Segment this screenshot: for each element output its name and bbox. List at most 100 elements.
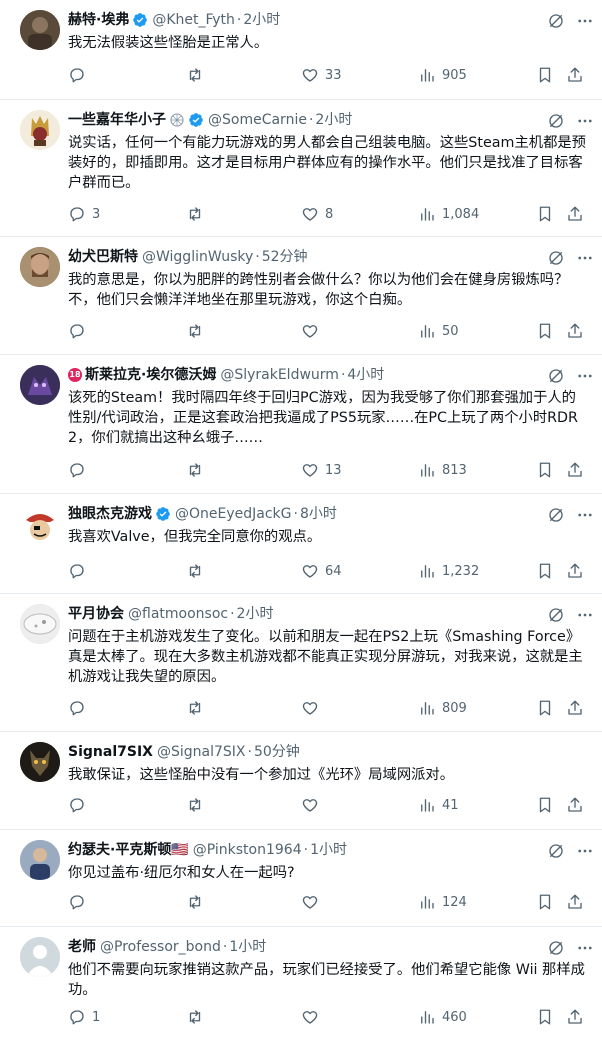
handle[interactable]: @SomeCarnie: [208, 110, 307, 130]
grok-icon[interactable]: [547, 367, 565, 385]
retweet-button[interactable]: [186, 560, 210, 582]
reply-button[interactable]: [68, 560, 92, 582]
like-button[interactable]: [301, 891, 325, 913]
timestamp[interactable]: 50分钟: [254, 742, 300, 762]
retweet-button[interactable]: [186, 459, 210, 481]
grok-icon[interactable]: [547, 939, 565, 957]
retweet-button[interactable]: [186, 891, 210, 913]
grok-icon[interactable]: [547, 606, 565, 624]
display-name[interactable]: Signal7SIX: [68, 742, 153, 762]
like-button[interactable]: 33: [301, 64, 342, 86]
bookmark-button[interactable]: [536, 320, 554, 342]
like-button[interactable]: [301, 794, 325, 816]
like-button[interactable]: [301, 697, 325, 719]
views-button[interactable]: 905: [418, 64, 467, 86]
reply-button[interactable]: [68, 794, 92, 816]
views-button[interactable]: 460: [418, 1006, 467, 1028]
handle[interactable]: @Signal7SIX: [157, 742, 246, 762]
display-name[interactable]: 幼犬巴斯特: [68, 247, 138, 267]
like-button[interactable]: 13: [301, 459, 342, 481]
retweet-button[interactable]: [186, 64, 210, 86]
more-icon[interactable]: [576, 12, 594, 30]
reply-button[interactable]: 1: [68, 1006, 100, 1028]
tweet[interactable]: 独眼杰克游戏 @OneEyedJackG · 8小时 我喜欢Valve，但我完全…: [0, 494, 602, 594]
avatar[interactable]: [20, 504, 60, 544]
avatar[interactable]: [20, 742, 60, 782]
display-name[interactable]: 老师: [68, 937, 96, 957]
share-button[interactable]: [566, 891, 584, 913]
reply-button[interactable]: 3: [68, 203, 100, 225]
reply-button[interactable]: [68, 891, 92, 913]
views-button[interactable]: 50: [418, 320, 459, 342]
tweet[interactable]: 18 斯莱拉克·埃尔德沃姆 @SlyrakEldwurm · 4小时 该死的St…: [0, 355, 602, 494]
share-button[interactable]: [566, 64, 584, 86]
tweet[interactable]: 老师 @Professor_bond · 1小时 他们不需要向玩家推销这款产品，…: [0, 927, 602, 1039]
avatar[interactable]: [20, 937, 60, 977]
reply-button[interactable]: [68, 320, 92, 342]
avatar[interactable]: [20, 247, 60, 287]
bookmark-button[interactable]: [536, 794, 554, 816]
more-icon[interactable]: [576, 939, 594, 957]
tweet[interactable]: 赫特·埃弗 @Khet_Fyth · 2小时 我无法假装这些怪胎是正常人。 33…: [0, 0, 602, 100]
bookmark-button[interactable]: [536, 1006, 554, 1028]
views-button[interactable]: 41: [418, 794, 459, 816]
reply-button[interactable]: [68, 697, 92, 719]
share-button[interactable]: [566, 697, 584, 719]
like-button[interactable]: 8: [301, 203, 333, 225]
tweet[interactable]: 平月协会 @flatmoonsoc · 2小时 问题在于主机游戏发生了变化。以前…: [0, 594, 602, 732]
views-button[interactable]: 813: [418, 459, 467, 481]
avatar[interactable]: [20, 604, 60, 644]
share-button[interactable]: [566, 560, 584, 582]
tweet[interactable]: 一些嘉年华小子 @SomeCarnie · 2小时 说实话，任何一个有能力玩游戏…: [0, 100, 602, 237]
tweet[interactable]: Signal7SIX @Signal7SIX · 50分钟 我敢保证，这些怪胎中…: [0, 732, 602, 830]
timestamp[interactable]: 1小时: [310, 840, 347, 860]
timestamp[interactable]: 2小时: [315, 110, 352, 130]
views-button[interactable]: 809: [418, 697, 467, 719]
timestamp[interactable]: 2小时: [243, 10, 280, 30]
share-button[interactable]: [566, 203, 584, 225]
handle[interactable]: @OneEyedJackG: [175, 504, 292, 524]
bookmark-button[interactable]: [536, 560, 554, 582]
tweet[interactable]: 约瑟夫·平克斯顿🇺🇸 @Pinkston1964 · 1小时 你见过盖布·纽厄尔…: [0, 830, 602, 927]
timestamp[interactable]: 52分钟: [262, 247, 308, 267]
like-button[interactable]: 64: [301, 560, 342, 582]
share-button[interactable]: [566, 320, 584, 342]
share-button[interactable]: [566, 1006, 584, 1028]
handle[interactable]: @flatmoonsoc: [128, 604, 228, 624]
grok-icon[interactable]: [547, 249, 565, 267]
display-name[interactable]: 约瑟夫·平克斯顿🇺🇸: [68, 840, 189, 860]
views-button[interactable]: 1,084: [418, 203, 479, 225]
retweet-button[interactable]: [186, 203, 210, 225]
share-button[interactable]: [566, 794, 584, 816]
handle[interactable]: @Khet_Fyth: [152, 10, 235, 30]
views-button[interactable]: 124: [418, 891, 467, 913]
timestamp[interactable]: 1小时: [229, 937, 266, 957]
tweet[interactable]: 幼犬巴斯特 @WigglinWusky · 52分钟 我的意思是，你以为肥胖的跨…: [0, 237, 602, 355]
retweet-button[interactable]: [186, 697, 210, 719]
more-icon[interactable]: [576, 249, 594, 267]
bookmark-button[interactable]: [536, 459, 554, 481]
handle[interactable]: @SlyrakEldwurm: [220, 365, 339, 385]
bookmark-button[interactable]: [536, 697, 554, 719]
grok-icon[interactable]: [547, 12, 565, 30]
handle[interactable]: @Professor_bond: [100, 937, 221, 957]
retweet-button[interactable]: [186, 320, 210, 342]
grok-icon[interactable]: [547, 112, 565, 130]
timestamp[interactable]: 2小时: [237, 604, 274, 624]
more-icon[interactable]: [576, 842, 594, 860]
display-name[interactable]: 平月协会: [68, 604, 124, 624]
timestamp[interactable]: 8小时: [300, 504, 337, 524]
share-button[interactable]: [566, 459, 584, 481]
like-button[interactable]: [301, 1006, 325, 1028]
avatar[interactable]: [20, 840, 60, 880]
display-name[interactable]: 斯莱拉克·埃尔德沃姆: [85, 365, 216, 385]
avatar[interactable]: [20, 10, 60, 50]
handle[interactable]: @WigglinWusky: [142, 247, 253, 267]
reply-button[interactable]: [68, 459, 92, 481]
grok-icon[interactable]: [547, 842, 565, 860]
bookmark-button[interactable]: [536, 64, 554, 86]
handle[interactable]: @Pinkston1964: [193, 840, 302, 860]
grok-icon[interactable]: [547, 506, 565, 524]
like-button[interactable]: [301, 320, 325, 342]
bookmark-button[interactable]: [536, 891, 554, 913]
